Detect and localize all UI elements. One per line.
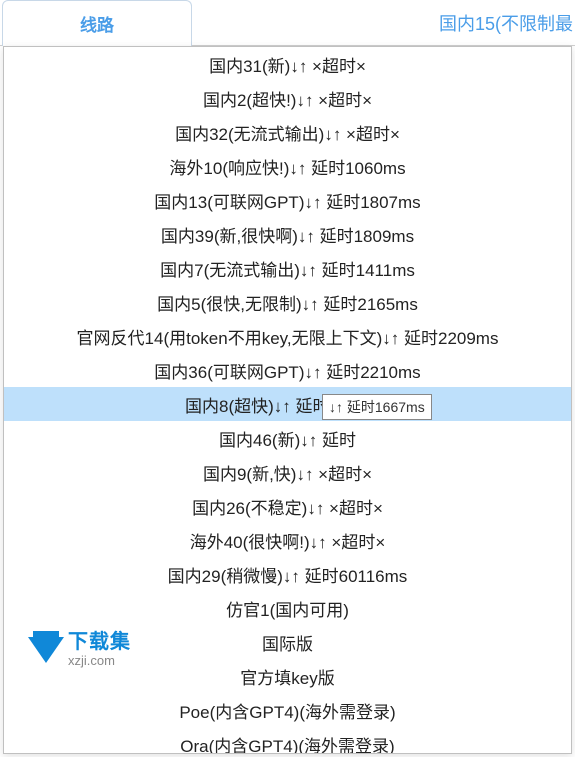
- watermark: 下载集 xzji.com: [28, 632, 131, 667]
- tab-lines[interactable]: 线路: [2, 0, 192, 46]
- line-option[interactable]: 官网反代14(用token不用key,无限上下文)↓↑ 延时2209ms: [4, 319, 571, 353]
- tooltip-text: ↓↑ 延时1667ms: [329, 399, 425, 415]
- header-bar: 线路 国内15(不限制最: [0, 0, 575, 46]
- watermark-url: xzji.com: [68, 654, 131, 667]
- line-option[interactable]: 国内32(无流式输出)↓↑ ×超时×: [4, 115, 571, 149]
- download-arrow-icon: [28, 637, 64, 663]
- line-option[interactable]: 仿官1(国内可用): [4, 591, 571, 625]
- tab-label: 线路: [80, 11, 114, 36]
- line-option[interactable]: 国内2(超快!)↓↑ ×超时×: [4, 81, 571, 115]
- current-line-text: 国内15(不限制最: [439, 10, 573, 36]
- line-option[interactable]: Ora(内含GPT4)(海外需登录): [4, 727, 571, 753]
- current-line-display: 国内15(不限制最: [192, 0, 575, 45]
- watermark-text: 下载集 xzji.com: [68, 632, 131, 667]
- line-option[interactable]: 国内13(可联网GPT)↓↑ 延时1807ms: [4, 183, 571, 217]
- line-option[interactable]: 国内31(新)↓↑ ×超时×: [4, 47, 571, 81]
- line-option[interactable]: 国内46(新)↓↑ 延时: [4, 421, 571, 455]
- line-option[interactable]: 国内39(新,很快啊)↓↑ 延时1809ms: [4, 217, 571, 251]
- line-option[interactable]: 国内9(新,快)↓↑ ×超时×: [4, 455, 571, 489]
- line-option[interactable]: 国内36(可联网GPT)↓↑ 延时2210ms: [4, 353, 571, 387]
- line-option[interactable]: 国内8(超快)↓↑ 延时1667ms: [4, 387, 571, 421]
- watermark-title: 下载集: [68, 632, 131, 652]
- line-option[interactable]: 国内5(很快,无限制)↓↑ 延时2165ms: [4, 285, 571, 319]
- line-option[interactable]: 国内26(不稳定)↓↑ ×超时×: [4, 489, 571, 523]
- line-option[interactable]: 国内29(稍微慢)↓↑ 延时60116ms: [4, 557, 571, 591]
- line-option[interactable]: 国内7(无流式输出)↓↑ 延时1411ms: [4, 251, 571, 285]
- line-option[interactable]: Poe(内含GPT4)(海外需登录): [4, 693, 571, 727]
- line-option[interactable]: 海外40(很快啊!)↓↑ ×超时×: [4, 523, 571, 557]
- line-option[interactable]: 海外10(响应快!)↓↑ 延时1060ms: [4, 149, 571, 183]
- latency-tooltip: ↓↑ 延时1667ms: [322, 394, 432, 420]
